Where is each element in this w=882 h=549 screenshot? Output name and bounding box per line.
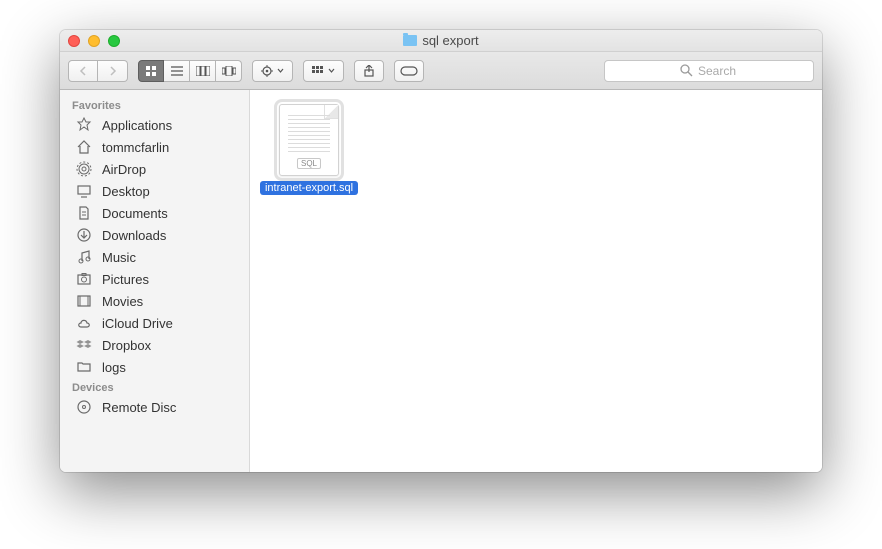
- desktop-icon: [76, 183, 94, 199]
- file-name-label[interactable]: intranet-export.sql: [260, 181, 358, 195]
- list-view-button[interactable]: [164, 60, 190, 82]
- group-button-group: [303, 60, 344, 82]
- coverflow-icon: [222, 66, 236, 76]
- chevron-down-icon: [277, 68, 284, 73]
- sidebar-item-label: Applications: [102, 118, 172, 133]
- sidebar-item-label: Remote Disc: [102, 400, 176, 415]
- folder-icon: [403, 35, 417, 46]
- cloud-icon: [76, 315, 94, 331]
- sidebar-item-remote-disc[interactable]: Remote Disc: [60, 396, 249, 418]
- sidebar-item-label: AirDrop: [102, 162, 146, 177]
- traffic-lights: [68, 35, 120, 47]
- sidebar-item-applications[interactable]: Applications: [60, 114, 249, 136]
- downloads-icon: [76, 227, 94, 243]
- close-button[interactable]: [68, 35, 80, 47]
- sidebar-section-favorites: Favorites: [60, 96, 249, 114]
- sidebar-item-label: iCloud Drive: [102, 316, 173, 331]
- applications-icon: [76, 117, 94, 133]
- body: Favorites Applications tommcfarlin AirDr…: [60, 90, 822, 472]
- tags-button[interactable]: [394, 60, 424, 82]
- search-input[interactable]: [604, 60, 814, 82]
- arrange-group: [252, 60, 293, 82]
- finder-window: sql export: [60, 30, 822, 472]
- tags-group: [394, 60, 424, 82]
- minimize-button[interactable]: [88, 35, 100, 47]
- titlebar[interactable]: sql export: [60, 30, 822, 52]
- home-icon: [76, 139, 94, 155]
- airdrop-icon: [76, 161, 94, 177]
- zoom-button[interactable]: [108, 35, 120, 47]
- dropbox-icon: [76, 337, 94, 353]
- sidebar-item-documents[interactable]: Documents: [60, 202, 249, 224]
- forward-button[interactable]: [98, 60, 128, 82]
- disc-icon: [76, 399, 94, 415]
- sidebar-item-label: Downloads: [102, 228, 166, 243]
- nav-buttons: [68, 60, 128, 82]
- chevron-down-icon: [328, 68, 335, 73]
- gear-icon: [261, 65, 273, 77]
- sidebar-item-dropbox[interactable]: Dropbox: [60, 334, 249, 356]
- toolbar: [60, 52, 822, 90]
- folder-icon: [76, 359, 94, 375]
- icon-view-button[interactable]: [138, 60, 164, 82]
- sidebar-item-music[interactable]: Music: [60, 246, 249, 268]
- tag-icon: [400, 66, 418, 76]
- arrange-button[interactable]: [252, 60, 293, 82]
- sidebar-item-label: Music: [102, 250, 136, 265]
- sidebar-item-airdrop[interactable]: AirDrop: [60, 158, 249, 180]
- search-wrap: [604, 60, 814, 82]
- grid-icon: [145, 65, 157, 77]
- list-icon: [171, 66, 183, 76]
- file-badge: SQL: [297, 158, 321, 169]
- group-button[interactable]: [303, 60, 344, 82]
- sidebar-item-home[interactable]: tommcfarlin: [60, 136, 249, 158]
- sidebar-item-icloud[interactable]: iCloud Drive: [60, 312, 249, 334]
- sidebar-item-logs[interactable]: logs: [60, 356, 249, 378]
- pictures-icon: [76, 271, 94, 287]
- share-button[interactable]: [354, 60, 384, 82]
- sidebar-item-label: tommcfarlin: [102, 140, 169, 155]
- window-title: sql export: [60, 33, 822, 48]
- sidebar-item-label: Pictures: [102, 272, 149, 287]
- music-icon: [76, 249, 94, 265]
- window-title-text: sql export: [422, 33, 478, 48]
- sidebar-section-devices: Devices: [60, 378, 249, 396]
- file-item[interactable]: SQL intranet-export.sql: [264, 104, 354, 195]
- column-view-button[interactable]: [190, 60, 216, 82]
- documents-icon: [76, 205, 94, 221]
- sidebar-item-label: Documents: [102, 206, 168, 221]
- sql-file-icon: SQL: [279, 104, 339, 176]
- sidebar-item-movies[interactable]: Movies: [60, 290, 249, 312]
- group-icon: [312, 66, 324, 76]
- sidebar-item-label: Desktop: [102, 184, 150, 199]
- sidebar-item-desktop[interactable]: Desktop: [60, 180, 249, 202]
- back-button[interactable]: [68, 60, 98, 82]
- movies-icon: [76, 293, 94, 309]
- columns-icon: [196, 66, 210, 76]
- chevron-left-icon: [79, 66, 87, 76]
- chevron-right-icon: [109, 66, 117, 76]
- coverflow-view-button[interactable]: [216, 60, 242, 82]
- sidebar-item-label: Movies: [102, 294, 143, 309]
- sidebar-item-pictures[interactable]: Pictures: [60, 268, 249, 290]
- share-icon: [364, 65, 374, 77]
- sidebar-item-label: logs: [102, 360, 126, 375]
- share-group: [354, 60, 384, 82]
- view-buttons: [138, 60, 242, 82]
- sidebar-item-downloads[interactable]: Downloads: [60, 224, 249, 246]
- sidebar-item-label: Dropbox: [102, 338, 151, 353]
- content-area[interactable]: SQL intranet-export.sql: [250, 90, 822, 472]
- sidebar[interactable]: Favorites Applications tommcfarlin AirDr…: [60, 90, 250, 472]
